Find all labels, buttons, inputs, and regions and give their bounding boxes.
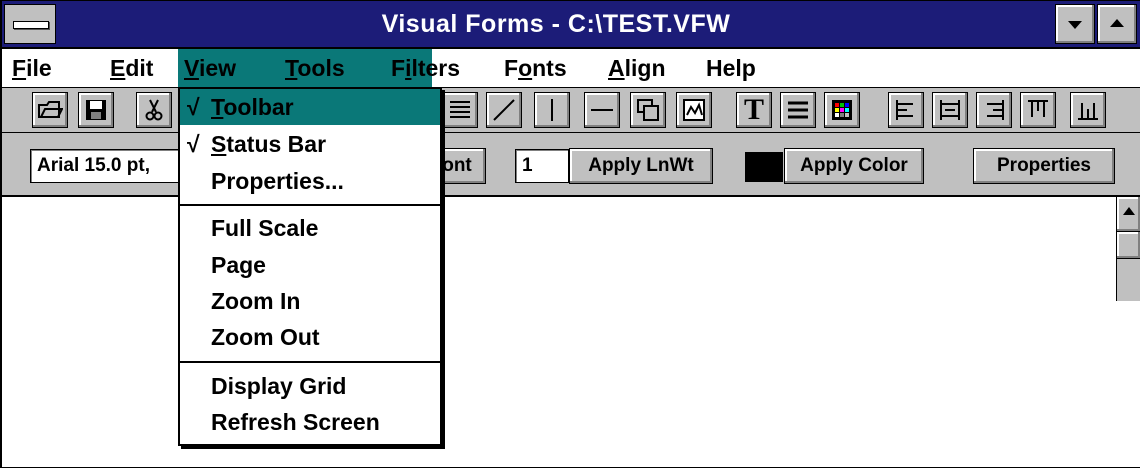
align-left-icon[interactable] (888, 92, 924, 128)
zoom-out-label: Zoom Out (211, 324, 320, 350)
menu-align-mnemonic: A (608, 55, 625, 81)
menu-bar: File Edit View Tools Filters Fonts Align… (2, 49, 1140, 88)
apply-lnwt-button[interactable]: Apply LnWt (569, 148, 713, 184)
properties-label: Properties... (211, 168, 344, 194)
menu-item-toolbar[interactable]: √ Toolbar (180, 89, 440, 125)
diagonal-line-icon[interactable] (486, 92, 522, 128)
menu-tools-label: ools (297, 55, 345, 81)
menu-align[interactable]: Align (602, 49, 672, 87)
align-text-icon[interactable] (442, 92, 478, 128)
menu-separator (180, 361, 440, 363)
menu-file-mnemonic: F (12, 55, 27, 81)
menu-filters-prefix: F (391, 55, 406, 81)
window-title: Visual Forms - C:\TEST.VFW (381, 10, 731, 38)
toolbar-label: oolbar (223, 94, 294, 120)
menu-item-zoom-in[interactable]: Zoom In (180, 283, 440, 319)
menu-item-status-bar[interactable]: √ Status Bar (180, 126, 440, 162)
cut-icon[interactable] (136, 92, 172, 128)
menu-file-label: ile (26, 55, 52, 81)
menu-file[interactable]: File (6, 49, 58, 87)
maximize-button[interactable] (1097, 4, 1137, 44)
align-top-icon[interactable] (1020, 92, 1056, 128)
properties-button[interactable]: Properties (973, 148, 1115, 184)
align-center-icon[interactable] (932, 92, 968, 128)
color-swatch[interactable] (745, 152, 783, 182)
format-bar: Arial 15.0 pt, ont 1 Apply LnWt Apply Co… (2, 133, 1140, 197)
menu-align-label: lign (624, 55, 666, 81)
minimize-icon (1068, 21, 1082, 29)
text-tool-glyph: T (743, 93, 764, 126)
text-icon[interactable]: T (736, 92, 772, 128)
menu-fonts-label: nts (532, 55, 567, 81)
save-icon[interactable] (78, 92, 114, 128)
menu-item-display-grid[interactable]: Display Grid (180, 368, 440, 404)
menu-item-zoom-out[interactable]: Zoom Out (180, 319, 440, 355)
lines-icon[interactable] (780, 92, 816, 128)
color-grid-icon[interactable] (824, 92, 860, 128)
vertical-line-icon[interactable] (534, 92, 570, 128)
status-bar-check-icon: √ (187, 131, 200, 157)
scroll-thumb[interactable] (1117, 232, 1140, 259)
system-menu-button[interactable] (4, 4, 56, 44)
toolbar-check-icon: √ (187, 94, 200, 120)
form-canvas[interactable] (2, 197, 1116, 467)
full-scale-label: Full Scale (211, 215, 319, 241)
menu-edit[interactable]: Edit (104, 49, 159, 87)
open-icon[interactable] (32, 92, 68, 128)
menu-view-label: iew (198, 55, 237, 81)
toolbar-mnemonic: T (211, 94, 224, 120)
menu-filters-label: lters (411, 55, 461, 81)
title-bar[interactable]: Visual Forms - C:\TEST.VFW (2, 1, 1140, 49)
horizontal-line-icon[interactable] (584, 92, 620, 128)
status-bar-mnemonic: S (211, 131, 227, 157)
menu-fonts-mnemonic: o (518, 55, 533, 81)
menu-item-full-scale[interactable]: Full Scale (180, 210, 440, 246)
menu-help-label: Help (706, 55, 756, 81)
display-grid-label: Display Grid (211, 373, 347, 399)
menu-item-page[interactable]: Page (180, 247, 440, 283)
image-icon[interactable] (676, 92, 712, 128)
menu-item-refresh-screen[interactable]: Refresh Screen (180, 404, 440, 440)
align-bottom-icon[interactable] (1070, 92, 1106, 128)
system-menu-icon (13, 21, 49, 29)
menu-tools[interactable]: Tools (279, 49, 351, 87)
refresh-screen-label: Refresh Screen (211, 409, 380, 435)
menu-filters[interactable]: Filters (385, 49, 466, 87)
app-window: Visual Forms - C:\TEST.VFW File Edit Vie… (0, 0, 1140, 468)
scroll-up-icon[interactable] (1117, 197, 1140, 232)
apply-color-button[interactable]: Apply Color (784, 148, 924, 184)
menu-fonts[interactable]: Fonts (498, 49, 573, 87)
menu-help[interactable]: Help (700, 49, 762, 87)
rectangle-icon[interactable] (630, 92, 666, 128)
toolbar: T (2, 88, 1140, 133)
menu-tools-mnemonic: T (285, 55, 298, 81)
menu-separator (180, 204, 440, 206)
zoom-in-label: Zoom In (211, 288, 301, 314)
view-menu-dropdown: √ Toolbar √ Status Bar Properties... Full … (178, 87, 442, 446)
menu-view-mnemonic: V (184, 55, 199, 81)
menu-fonts-prefix: F (504, 55, 519, 81)
vertical-scrollbar[interactable] (1116, 197, 1140, 301)
page-label: Page (211, 252, 266, 278)
menu-edit-mnemonic: E (110, 55, 126, 81)
line-width-field[interactable]: 1 (515, 149, 569, 183)
align-right-icon[interactable] (976, 92, 1012, 128)
maximize-icon (1110, 19, 1124, 27)
status-bar-label: tatus Bar (226, 131, 327, 157)
minimize-button[interactable] (1055, 4, 1095, 44)
menu-edit-label: dit (125, 55, 154, 81)
menu-item-properties[interactable]: Properties... (180, 163, 440, 199)
